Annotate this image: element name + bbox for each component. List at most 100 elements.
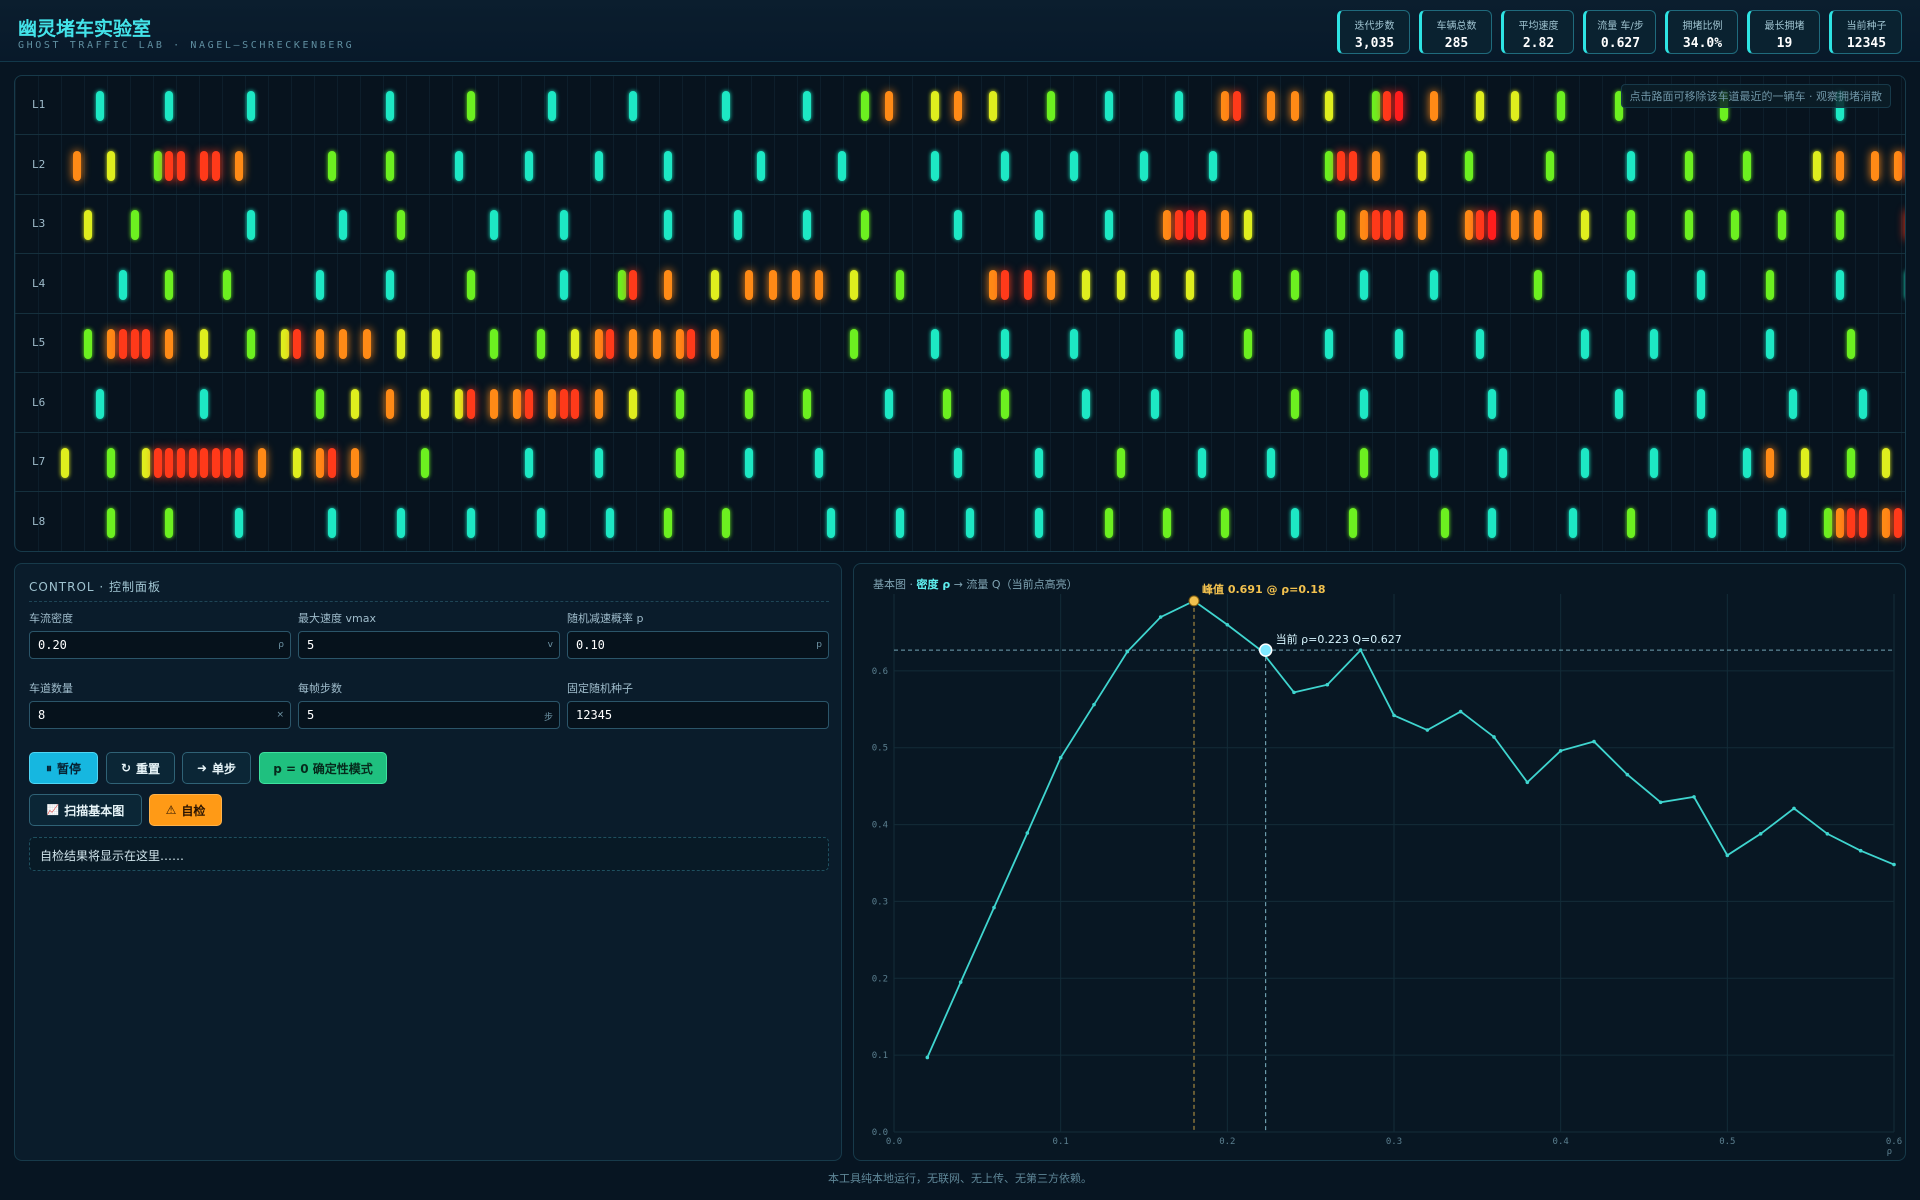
car[interactable]: [1325, 329, 1334, 359]
car[interactable]: [1685, 150, 1693, 181]
car[interactable]: [142, 329, 151, 359]
car[interactable]: [513, 388, 522, 419]
car[interactable]: [84, 210, 93, 240]
car[interactable]: [165, 269, 174, 300]
car[interactable]: [316, 329, 325, 359]
car[interactable]: [177, 150, 185, 181]
car[interactable]: [722, 91, 731, 121]
car[interactable]: [153, 150, 162, 181]
car[interactable]: [1835, 150, 1844, 181]
car[interactable]: [107, 448, 116, 478]
car[interactable]: [200, 150, 209, 181]
car[interactable]: [153, 448, 162, 478]
car[interactable]: [1859, 507, 1867, 538]
car[interactable]: [385, 150, 394, 181]
car[interactable]: [490, 329, 499, 359]
car[interactable]: [1557, 91, 1566, 121]
car[interactable]: [397, 210, 406, 240]
car[interactable]: [571, 388, 580, 419]
car[interactable]: [1035, 448, 1044, 478]
car[interactable]: [293, 329, 301, 359]
car[interactable]: [1047, 91, 1055, 121]
car[interactable]: [107, 507, 116, 538]
car[interactable]: [1186, 210, 1195, 240]
car[interactable]: [745, 448, 754, 478]
car[interactable]: [559, 388, 568, 419]
car[interactable]: [316, 269, 325, 300]
car[interactable]: [989, 269, 997, 300]
car[interactable]: [1105, 91, 1113, 121]
car[interactable]: [1429, 269, 1438, 300]
car[interactable]: [1835, 210, 1844, 240]
car[interactable]: [385, 91, 394, 121]
car[interactable]: [1893, 507, 1902, 538]
lane-l3[interactable]: L3: [15, 195, 1905, 254]
car[interactable]: [652, 329, 661, 359]
car[interactable]: [339, 210, 348, 240]
car[interactable]: [1859, 388, 1867, 419]
car[interactable]: [1070, 150, 1079, 181]
selftest-button[interactable]: ⚠ 自检: [149, 794, 222, 826]
car[interactable]: [1696, 388, 1705, 419]
car[interactable]: [1290, 91, 1299, 121]
car[interactable]: [803, 91, 812, 121]
car[interactable]: [1499, 448, 1508, 478]
car[interactable]: [1081, 388, 1090, 419]
car[interactable]: [246, 210, 255, 240]
car[interactable]: [130, 329, 139, 359]
car[interactable]: [119, 329, 127, 359]
car[interactable]: [1511, 210, 1519, 240]
lane-l2[interactable]: L2: [15, 136, 1905, 195]
car[interactable]: [84, 329, 93, 359]
car[interactable]: [1847, 448, 1856, 478]
car[interactable]: [420, 388, 429, 419]
car[interactable]: [72, 150, 81, 181]
car[interactable]: [745, 388, 754, 419]
car[interactable]: [1244, 329, 1253, 359]
seed-input[interactable]: [576, 708, 796, 722]
car[interactable]: [1163, 507, 1171, 538]
car[interactable]: [896, 269, 905, 300]
car[interactable]: [1812, 150, 1821, 181]
car[interactable]: [536, 507, 545, 538]
car[interactable]: [362, 329, 371, 359]
car[interactable]: [455, 388, 464, 419]
car[interactable]: [1244, 210, 1253, 240]
car[interactable]: [1383, 91, 1392, 121]
car[interactable]: [490, 388, 499, 419]
car[interactable]: [1650, 329, 1659, 359]
car[interactable]: [1580, 329, 1589, 359]
car[interactable]: [1360, 388, 1369, 419]
car[interactable]: [1893, 150, 1902, 181]
car[interactable]: [1824, 507, 1833, 538]
car[interactable]: [1441, 507, 1450, 538]
car[interactable]: [664, 269, 673, 300]
car[interactable]: [594, 388, 603, 419]
car[interactable]: [235, 150, 243, 181]
car[interactable]: [733, 210, 742, 240]
car[interactable]: [1627, 150, 1635, 181]
car[interactable]: [606, 329, 615, 359]
car[interactable]: [768, 269, 777, 300]
car[interactable]: [664, 150, 673, 181]
car[interactable]: [188, 448, 197, 478]
car[interactable]: [1580, 210, 1589, 240]
car[interactable]: [1766, 329, 1775, 359]
reset-button[interactable]: ↻ 重置: [106, 752, 175, 784]
car[interactable]: [1777, 507, 1786, 538]
car[interactable]: [385, 269, 394, 300]
car[interactable]: [826, 507, 835, 538]
car[interactable]: [211, 448, 220, 478]
car[interactable]: [1371, 150, 1380, 181]
car[interactable]: [165, 329, 174, 359]
car[interactable]: [954, 210, 963, 240]
car[interactable]: [1221, 507, 1229, 538]
car[interactable]: [1116, 448, 1125, 478]
car[interactable]: [954, 91, 963, 121]
car[interactable]: [281, 329, 290, 359]
car[interactable]: [490, 210, 499, 240]
car[interactable]: [316, 448, 325, 478]
car[interactable]: [1337, 150, 1345, 181]
car[interactable]: [1847, 329, 1856, 359]
car[interactable]: [246, 91, 255, 121]
